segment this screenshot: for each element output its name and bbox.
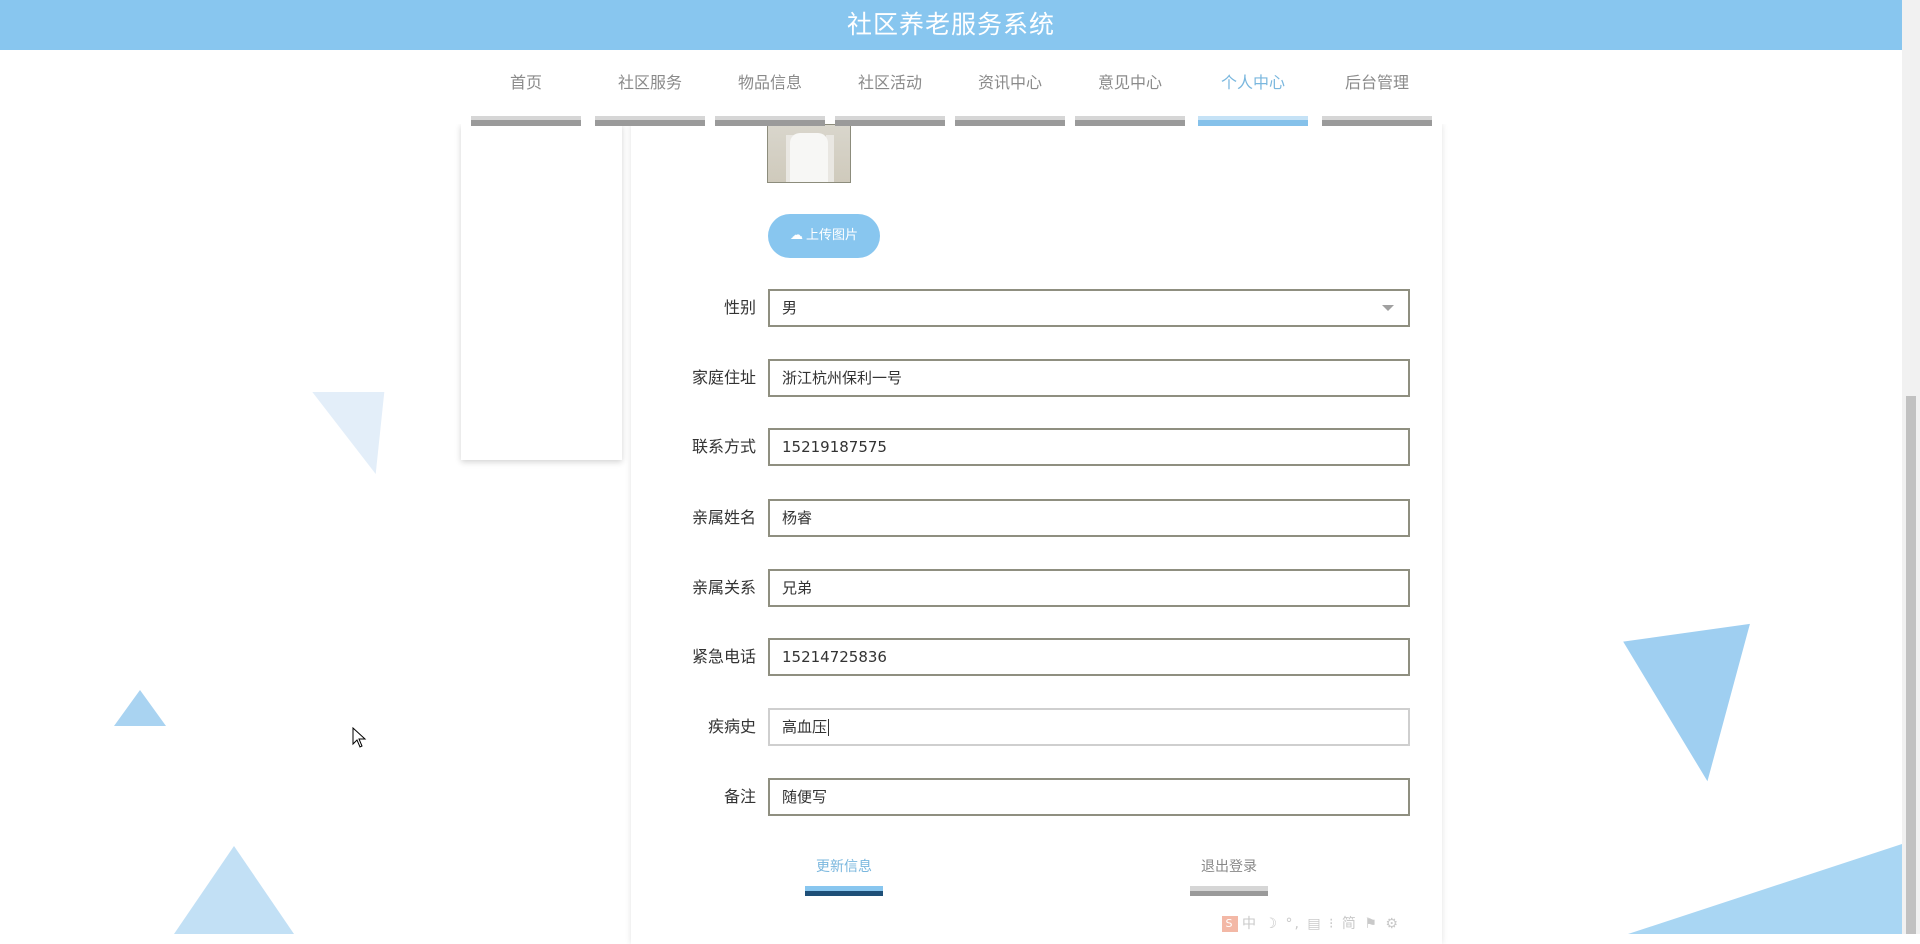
mouse-cursor-icon (352, 727, 367, 748)
decor-triangle (1623, 623, 1771, 791)
page-scrollbar[interactable] (1902, 0, 1920, 934)
scrollbar-thumb[interactable] (1906, 396, 1916, 934)
nav-feedback-center[interactable]: 意见中心 (1075, 50, 1185, 126)
nav-label: 社区服务 (617, 73, 682, 92)
emergency-phone-label: 紧急电话 (691, 647, 756, 666)
medical-history-value: 高血压 (782, 718, 828, 736)
medical-history-label: 疾病史 (707, 717, 756, 736)
address-value: 浙江杭州保利一号 (782, 369, 903, 387)
nav-community-service[interactable]: 社区服务 (595, 50, 705, 126)
update-info-button[interactable]: 更新信息 (805, 858, 883, 896)
upload-label: 上传图片 (805, 228, 858, 243)
gender-select[interactable]: 男 (768, 289, 1410, 327)
ime-toolbar[interactable]: S中 ☽ °, ▤ ⁝ 简 ⚑ ⚙ (1222, 913, 1400, 932)
remarks-input[interactable]: 随便写 (768, 778, 1410, 816)
nav-news-center[interactable]: 资讯中心 (955, 50, 1065, 126)
emergency-phone-input[interactable]: 15214725836 (768, 638, 1410, 676)
avatar-image (767, 124, 851, 183)
ime-logo-icon: S (1222, 916, 1238, 932)
nav-home[interactable]: 首页 (471, 50, 581, 126)
nav-underline (595, 120, 705, 126)
nav-underline (1322, 120, 1432, 126)
main-nav: 首页 社区服务 物品信息 社区活动 资讯中心 意见中心 个人中心 后台管理 (0, 50, 1902, 126)
address-label: 家庭住址 (691, 368, 756, 387)
nav-item-info[interactable]: 物品信息 (715, 50, 825, 126)
upload-image-button[interactable]: ☁ 上传图片 (768, 214, 880, 258)
contact-value: 15219187575 (782, 438, 887, 456)
button-underline (1190, 891, 1268, 896)
nav-underline (1198, 120, 1308, 126)
decor-triangle (303, 392, 385, 474)
side-menu-panel (461, 124, 622, 460)
logout-button[interactable]: 退出登录 (1190, 858, 1268, 896)
ime-toolbar-text: 中 ☽ °, ▤ ⁝ 简 ⚑ ⚙ (1242, 916, 1400, 932)
contact-input[interactable]: 15219187575 (768, 428, 1410, 466)
nav-personal-center[interactable]: 个人中心 (1198, 50, 1308, 126)
gender-value: 男 (782, 299, 798, 317)
address-input[interactable]: 浙江杭州保利一号 (768, 359, 1410, 397)
decor-triangle (1628, 844, 1902, 934)
decor-triangle (174, 846, 294, 934)
nav-underline (1075, 120, 1185, 126)
app-title: 社区养老服务系统 (846, 10, 1055, 39)
avatar-figure (790, 133, 828, 182)
nav-community-activity[interactable]: 社区活动 (835, 50, 945, 126)
nav-label: 资讯中心 (977, 73, 1042, 92)
text-caret (828, 719, 830, 736)
gender-label: 性别 (723, 298, 756, 317)
nav-underline (471, 120, 581, 126)
relationship-value: 兄弟 (782, 579, 813, 597)
cloud-upload-icon: ☁ (789, 228, 803, 243)
emergency-phone-value: 15214725836 (782, 648, 887, 666)
nav-admin[interactable]: 后台管理 (1322, 50, 1432, 126)
nav-label: 首页 (509, 73, 542, 92)
remarks-value: 随便写 (782, 788, 828, 806)
nav-underline (955, 120, 1065, 126)
nav-label: 后台管理 (1344, 73, 1409, 92)
nav-label: 社区活动 (857, 73, 922, 92)
nav-label: 物品信息 (737, 73, 802, 92)
relationship-label: 亲属关系 (691, 578, 756, 597)
nav-underline (715, 120, 825, 126)
remarks-label: 备注 (723, 787, 756, 806)
nav-label: 个人中心 (1220, 73, 1285, 92)
dropdown-arrow-icon (1382, 305, 1394, 311)
update-label: 更新信息 (816, 859, 872, 875)
contact-label: 联系方式 (691, 437, 756, 456)
logout-label: 退出登录 (1201, 859, 1257, 875)
relative-name-label: 亲属姓名 (691, 508, 756, 527)
app-title-bar: 社区养老服务系统 (0, 0, 1902, 50)
nav-underline (835, 120, 945, 126)
decor-triangle (114, 690, 166, 726)
relative-name-input[interactable]: 杨睿 (768, 499, 1410, 537)
button-underline (805, 891, 883, 896)
relationship-input[interactable]: 兄弟 (768, 569, 1410, 607)
medical-history-input[interactable]: 高血压 (768, 708, 1410, 746)
nav-label: 意见中心 (1097, 73, 1162, 92)
relative-name-value: 杨睿 (782, 509, 813, 527)
